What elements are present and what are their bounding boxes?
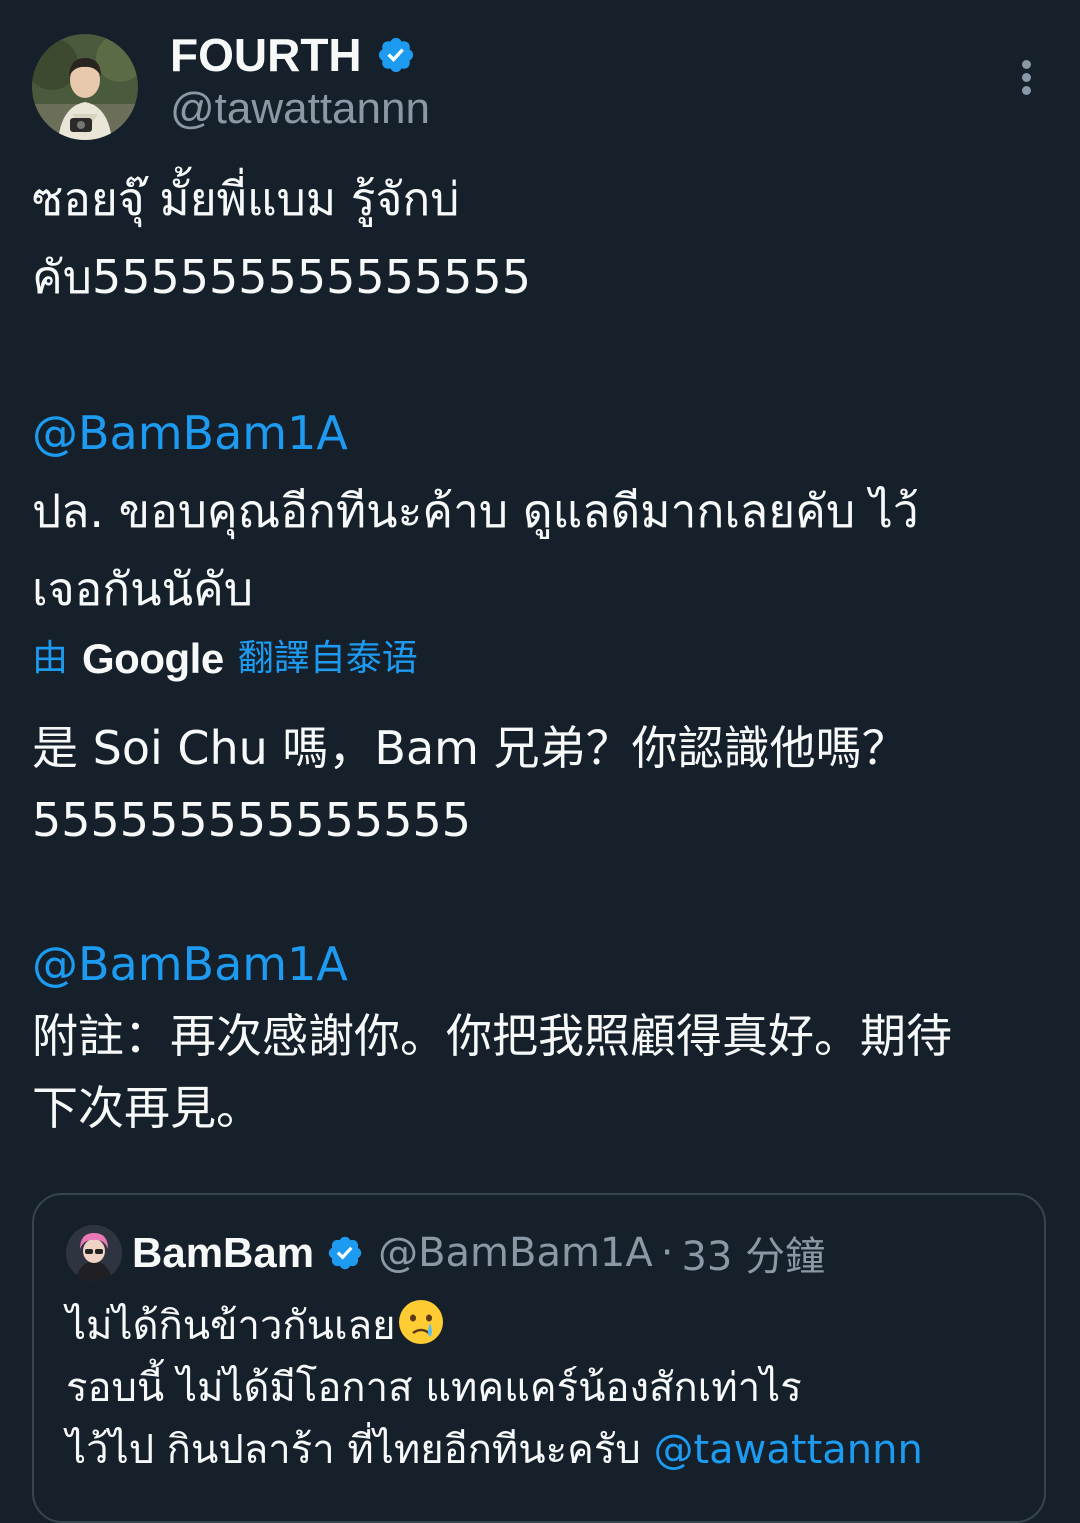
quoted-display-name[interactable]: BamBam xyxy=(132,1229,314,1277)
translated-text: 是 Soi Chu 嗎，Bam 兄弟？你認識他嗎？ 55555555555555… xyxy=(32,712,1048,1144)
author-handle[interactable]: @tawattannn xyxy=(170,84,430,134)
quoted-timestamp[interactable]: 33 分鐘 xyxy=(681,1224,825,1282)
quoted-tweet-card[interactable]: BamBam @BamBam1A · 33 分鐘 ไม่ได้กินข้าวกั… xyxy=(32,1193,1046,1523)
translated-by-label: 由 xyxy=(32,638,69,679)
tweet-ps-line: ปล. ขอบคุณอีกทีนะค้าบ ดูแลดีมากเลยคับ ไว… xyxy=(32,484,919,538)
tweet-line-2: คับ555555555555555 xyxy=(32,250,531,304)
quoted-mention-link[interactable]: @tawattannn xyxy=(653,1427,922,1473)
quoted-handle[interactable]: @BamBam1A xyxy=(378,1230,653,1276)
tweet-line-1: ซอยจุ๊ มั้ยพี่แบม รู้จักบ่ xyxy=(32,172,460,226)
quoted-line-1: ไม่ได้กินข้าวกันเลย xyxy=(66,1303,396,1349)
translated-line-2: 555555555555555 xyxy=(32,793,471,847)
google-logo: Google xyxy=(82,635,224,682)
translated-from-label: 翻譯自泰语 xyxy=(237,638,418,679)
author-display-name[interactable]: FOURTH xyxy=(170,28,416,82)
tweet-text: ซอยจุ๊ มั้ยพี่แบม รู้จักบ่ คับ5555555555… xyxy=(32,160,1048,628)
mention-link[interactable]: @BamBam1A xyxy=(32,406,348,460)
quoted-line-2: รอบนี้ ไม่ได้มีโอกาส แทคแคร์น้องสักเท่าไ… xyxy=(66,1365,802,1411)
quoted-line-3: ไว้ไป กินปลาร้า ที่ไทยอีกทีนะครับ xyxy=(66,1427,654,1473)
quoted-verified-badge-icon xyxy=(328,1236,362,1270)
translated-ps-line-1: 附註：再次感謝你。你把我照顧得真好。期待 xyxy=(32,1009,952,1063)
quoted-author-avatar[interactable] xyxy=(66,1225,122,1281)
translated-ps-line-2: 下次再見。 xyxy=(32,1081,262,1135)
translation-attribution[interactable]: 由 Google 翻譯自泰语 xyxy=(32,632,418,686)
author-name-text: FOURTH xyxy=(170,29,362,81)
tweet-ps-line-2: เจอกันนัคับ xyxy=(32,562,254,616)
more-vertical-icon[interactable] xyxy=(1004,52,1050,102)
crying-face-emoji xyxy=(398,1300,443,1344)
quoted-tweet-text: ไม่ได้กินข้าวกันเลย รอบนี้ ไม่ได้มีโอกาส… xyxy=(66,1295,1026,1481)
translated-mention-link[interactable]: @BamBam1A xyxy=(32,937,348,991)
translated-line-1: 是 Soi Chu 嗎，Bam 兄弟？你認識他嗎？ xyxy=(32,721,908,775)
verified-badge-icon xyxy=(378,37,413,73)
quoted-header: BamBam @BamBam1A · 33 分鐘 xyxy=(132,1223,825,1283)
quoted-profile-photo xyxy=(66,1225,122,1281)
author-avatar[interactable] xyxy=(32,34,138,140)
meta-separator: · xyxy=(660,1230,674,1276)
profile-photo xyxy=(32,34,138,140)
